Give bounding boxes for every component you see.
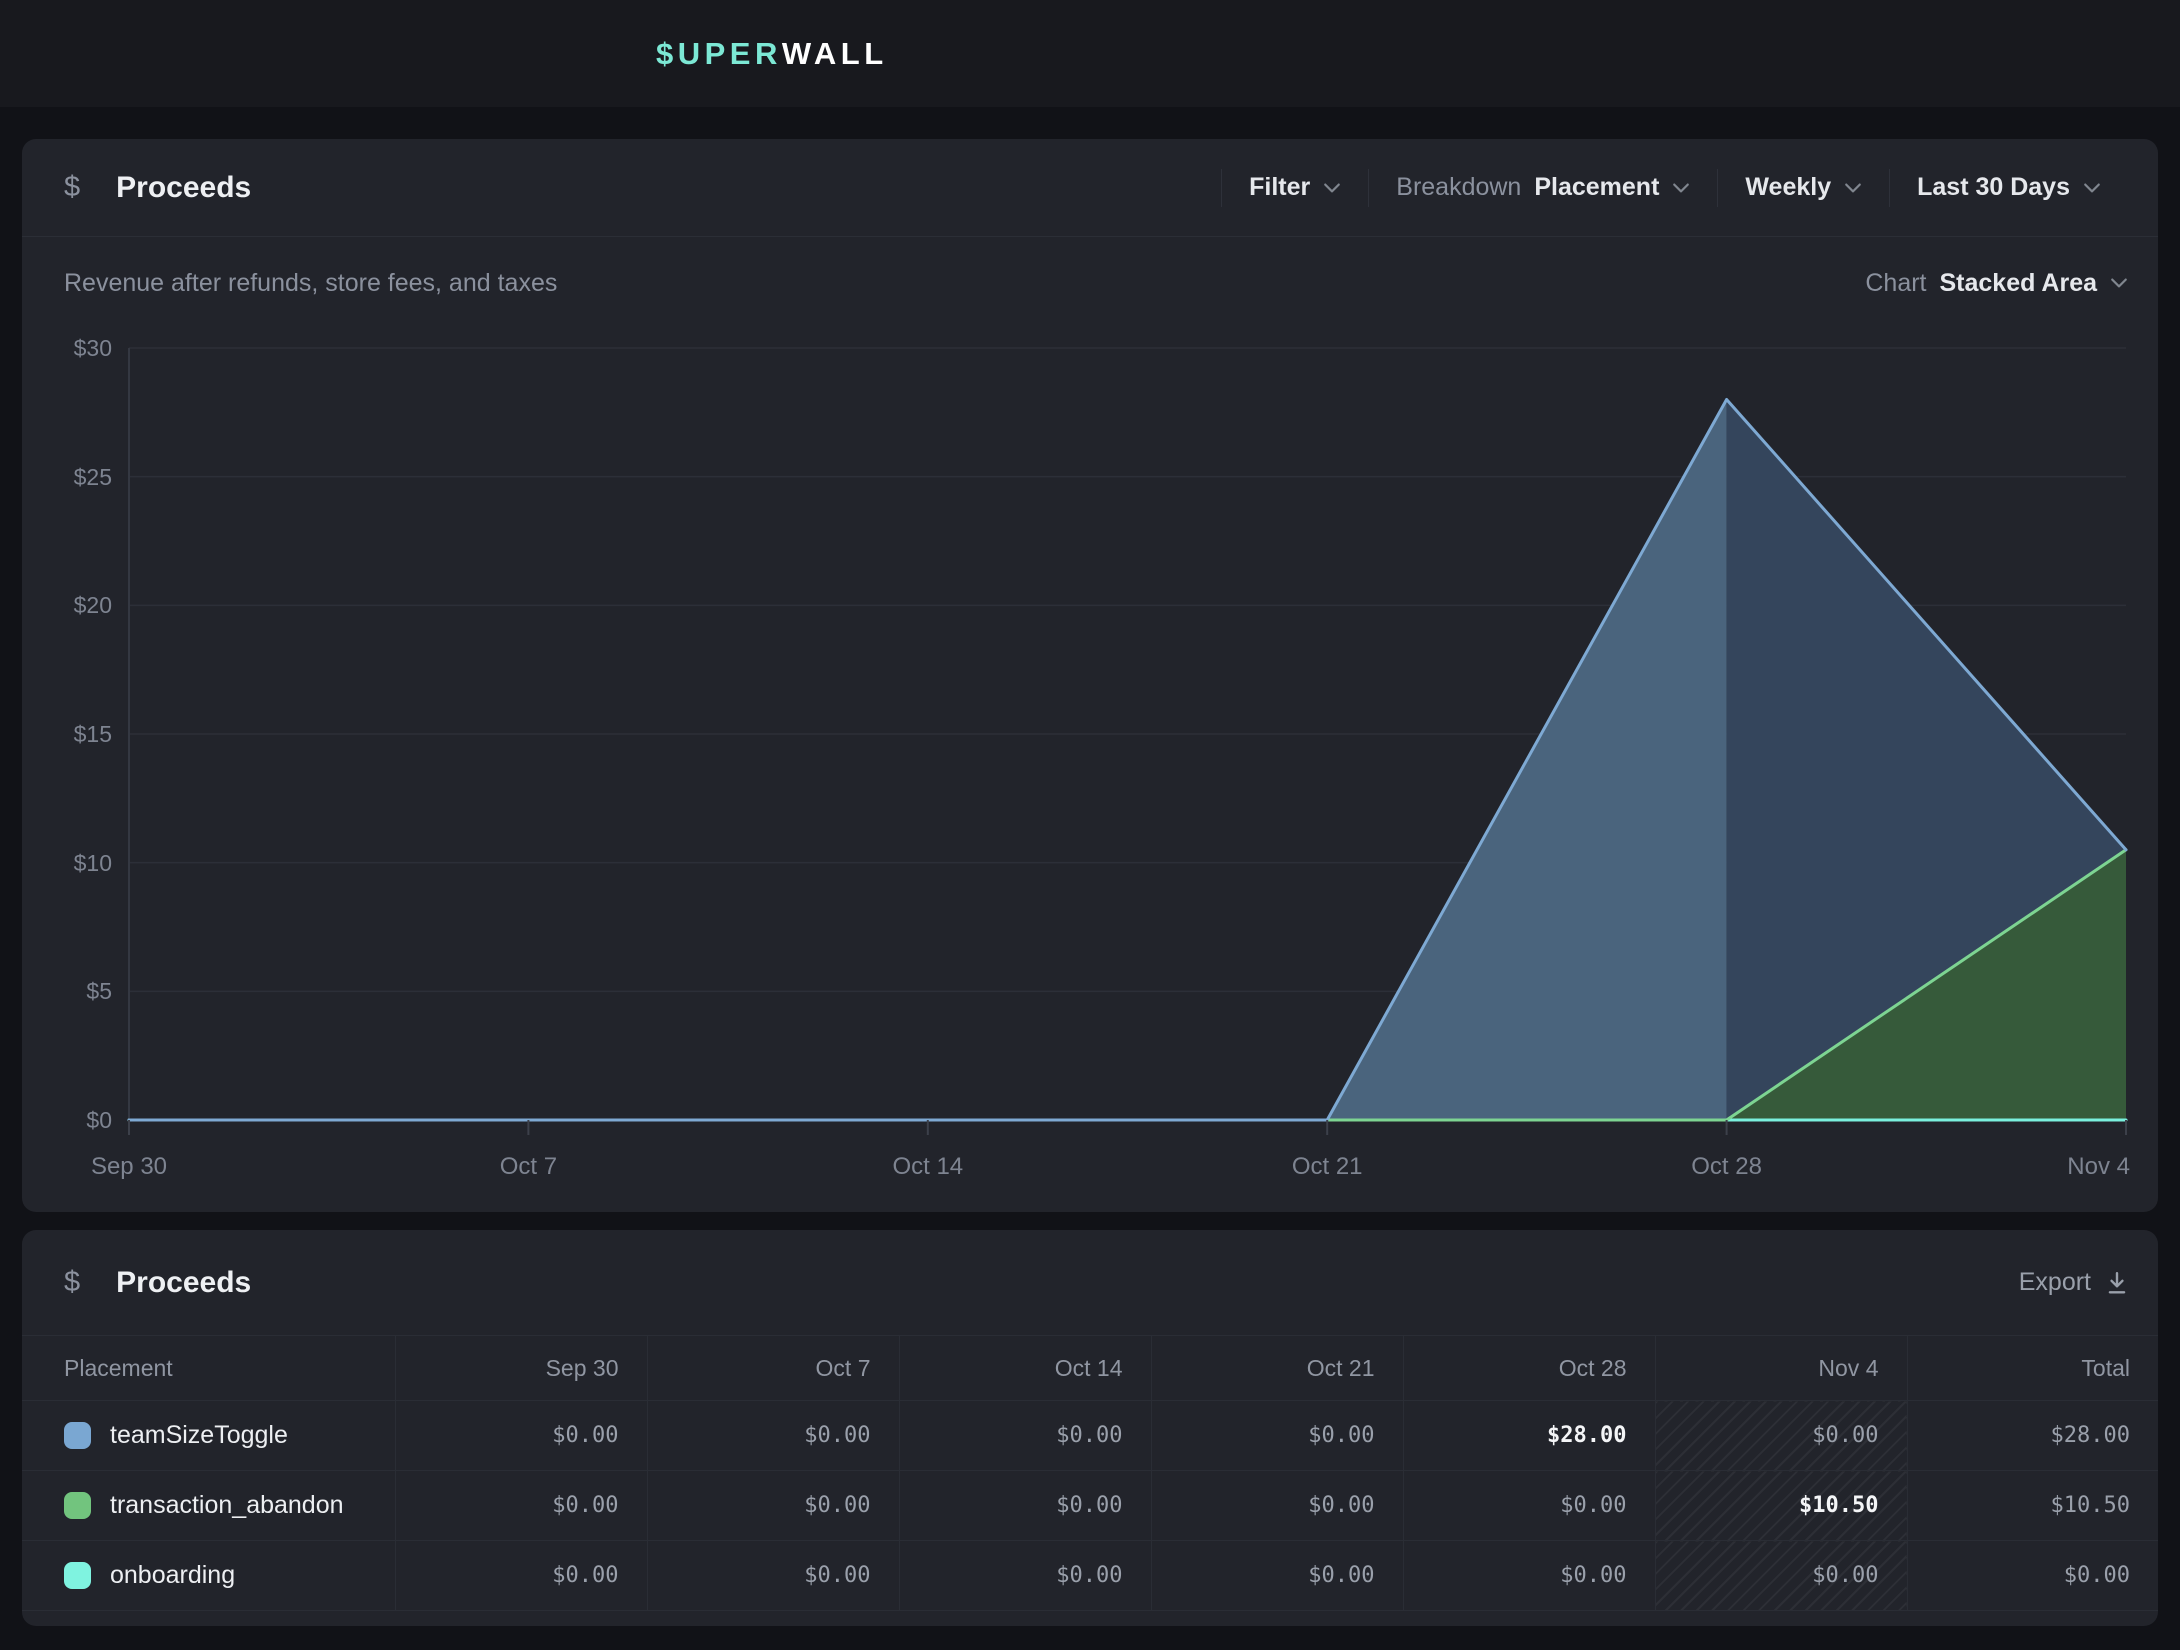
chevron-down-icon bbox=[2110, 276, 2128, 290]
chart-type-value: Stacked Area bbox=[1940, 269, 2098, 298]
period-dropdown[interactable]: Weekly bbox=[1718, 173, 1889, 202]
value-cell-oct-7: $0.00 bbox=[647, 1401, 899, 1471]
column-header-oct-21: Oct 21 bbox=[1151, 1336, 1403, 1401]
column-header-oct-7: Oct 7 bbox=[647, 1336, 899, 1401]
table-panel-title: Proceeds bbox=[116, 1266, 251, 1300]
x-axis-tick-label: Sep 30 bbox=[59, 1153, 199, 1181]
column-header-oct-14: Oct 14 bbox=[899, 1336, 1151, 1401]
placement-name: onboarding bbox=[110, 1561, 235, 1590]
value-cell-oct-7: $0.00 bbox=[647, 1471, 899, 1541]
column-header-sep-30: Sep 30 bbox=[395, 1336, 647, 1401]
value-cell-oct-14: $0.00 bbox=[899, 1401, 1151, 1471]
value-cell-nov-4: $10.50 bbox=[1655, 1471, 1907, 1541]
value-cell-oct-28: $0.00 bbox=[1403, 1541, 1655, 1611]
chart-type-label: Chart bbox=[1865, 269, 1926, 298]
chevron-down-icon bbox=[1323, 181, 1341, 195]
chart-subheader: Revenue after refunds, store fees, and t… bbox=[64, 236, 2128, 330]
value-cell-sep-30: $0.00 bbox=[395, 1401, 647, 1471]
filter-label: Filter bbox=[1249, 173, 1310, 202]
proceeds-table-head-row: PlacementSep 30Oct 7Oct 14Oct 21Oct 28No… bbox=[22, 1336, 2158, 1401]
breakdown-label: Breakdown bbox=[1396, 173, 1521, 202]
value-cell-total: $28.00 bbox=[1907, 1401, 2158, 1471]
value-cell-oct-21: $0.00 bbox=[1151, 1471, 1403, 1541]
column-header-total: Total bbox=[1907, 1336, 2158, 1401]
table-row-onboarding: onboarding$0.00$0.00$0.00$0.00$0.00$0.00… bbox=[22, 1541, 2158, 1611]
x-axis-tick-label: Oct 7 bbox=[458, 1153, 598, 1181]
value-cell-total: $10.50 bbox=[1907, 1471, 2158, 1541]
chevron-down-icon bbox=[1844, 181, 1862, 195]
series-color-swatch bbox=[64, 1492, 91, 1519]
x-axis-tick-label: Oct 21 bbox=[1257, 1153, 1397, 1181]
placement-name: teamSizeToggle bbox=[110, 1421, 288, 1450]
placement-cell: teamSizeToggle bbox=[22, 1401, 395, 1471]
value-cell-oct-21: $0.00 bbox=[1151, 1541, 1403, 1611]
value-cell-oct-7: $0.00 bbox=[647, 1541, 899, 1611]
chart-panel-header: $ Proceeds Filter Breakdown Placement We… bbox=[22, 139, 2158, 237]
value-cell-nov-4: $0.00 bbox=[1655, 1541, 1907, 1611]
export-label: Export bbox=[2019, 1268, 2091, 1297]
chevron-down-icon bbox=[2083, 181, 2101, 195]
series-color-swatch bbox=[64, 1422, 91, 1449]
value-cell-oct-28: $28.00 bbox=[1403, 1401, 1655, 1471]
table-row-transaction_abandon: transaction_abandon$0.00$0.00$0.00$0.00$… bbox=[22, 1471, 2158, 1541]
stacked-area-svg bbox=[22, 330, 2158, 1160]
value-cell-oct-28: $0.00 bbox=[1403, 1471, 1655, 1541]
value-cell-oct-21: $0.00 bbox=[1151, 1401, 1403, 1471]
breakdown-value: Placement bbox=[1534, 173, 1659, 202]
export-button[interactable]: Export bbox=[2019, 1268, 2128, 1297]
chevron-down-icon bbox=[1672, 181, 1690, 195]
table-row-teamSizeToggle: teamSizeToggle$0.00$0.00$0.00$0.00$28.00… bbox=[22, 1401, 2158, 1471]
superwall-logo[interactable]: $UPERWALL bbox=[656, 0, 888, 107]
date-range-dropdown[interactable]: Last 30 Days bbox=[1890, 173, 2128, 202]
column-header-oct-28: Oct 28 bbox=[1403, 1336, 1655, 1401]
period-value: Weekly bbox=[1745, 173, 1831, 202]
value-cell-nov-4: $0.00 bbox=[1655, 1401, 1907, 1471]
date-range-value: Last 30 Days bbox=[1917, 173, 2070, 202]
dollar-icon: $ bbox=[64, 1266, 80, 1299]
column-header-placement: Placement bbox=[22, 1336, 395, 1401]
proceeds-chart-panel: $ Proceeds Filter Breakdown Placement We… bbox=[22, 139, 2158, 1212]
table-panel-header: $ Proceeds Export bbox=[22, 1230, 2158, 1335]
placement-cell: onboarding bbox=[22, 1541, 395, 1611]
proceeds-table-body: teamSizeToggle$0.00$0.00$0.00$0.00$28.00… bbox=[22, 1401, 2158, 1611]
value-cell-sep-30: $0.00 bbox=[395, 1541, 647, 1611]
x-axis-tick-label: Nov 4 bbox=[2010, 1153, 2130, 1181]
placement-name: transaction_abandon bbox=[110, 1491, 344, 1520]
proceeds-table-panel: $ Proceeds Export PlacementSep 30Oct 7Oc… bbox=[22, 1230, 2158, 1626]
table-panel-title-group: $ Proceeds bbox=[64, 1266, 251, 1300]
column-header-nov-4: Nov 4 bbox=[1655, 1336, 1907, 1401]
chart-subtitle: Revenue after refunds, store fees, and t… bbox=[64, 269, 557, 298]
download-icon bbox=[2106, 1271, 2128, 1295]
x-axis-tick-label: Oct 28 bbox=[1657, 1153, 1797, 1181]
chart-panel-title-group: $ Proceeds bbox=[64, 171, 251, 205]
breakdown-dropdown[interactable]: Breakdown Placement bbox=[1369, 173, 1717, 202]
chart-type-dropdown[interactable]: Chart Stacked Area bbox=[1865, 269, 2128, 298]
chart-controls: Filter Breakdown Placement Weekly Last 3… bbox=[1221, 139, 2128, 236]
proceeds-table: PlacementSep 30Oct 7Oct 14Oct 21Oct 28No… bbox=[22, 1335, 2158, 1611]
value-cell-total: $0.00 bbox=[1907, 1541, 2158, 1611]
logo-text-primary: $UPER bbox=[656, 36, 782, 72]
dollar-icon: $ bbox=[64, 171, 80, 204]
value-cell-oct-14: $0.00 bbox=[899, 1541, 1151, 1611]
value-cell-oct-14: $0.00 bbox=[899, 1471, 1151, 1541]
top-nav-bar: $UPERWALL bbox=[0, 0, 2180, 107]
placement-cell: transaction_abandon bbox=[22, 1471, 395, 1541]
logo-text-secondary: WALL bbox=[782, 36, 888, 72]
x-axis-tick-label: Oct 14 bbox=[858, 1153, 998, 1181]
series-color-swatch bbox=[64, 1562, 91, 1589]
value-cell-sep-30: $0.00 bbox=[395, 1471, 647, 1541]
filter-dropdown[interactable]: Filter bbox=[1222, 173, 1368, 202]
chart-panel-title: Proceeds bbox=[116, 171, 251, 205]
